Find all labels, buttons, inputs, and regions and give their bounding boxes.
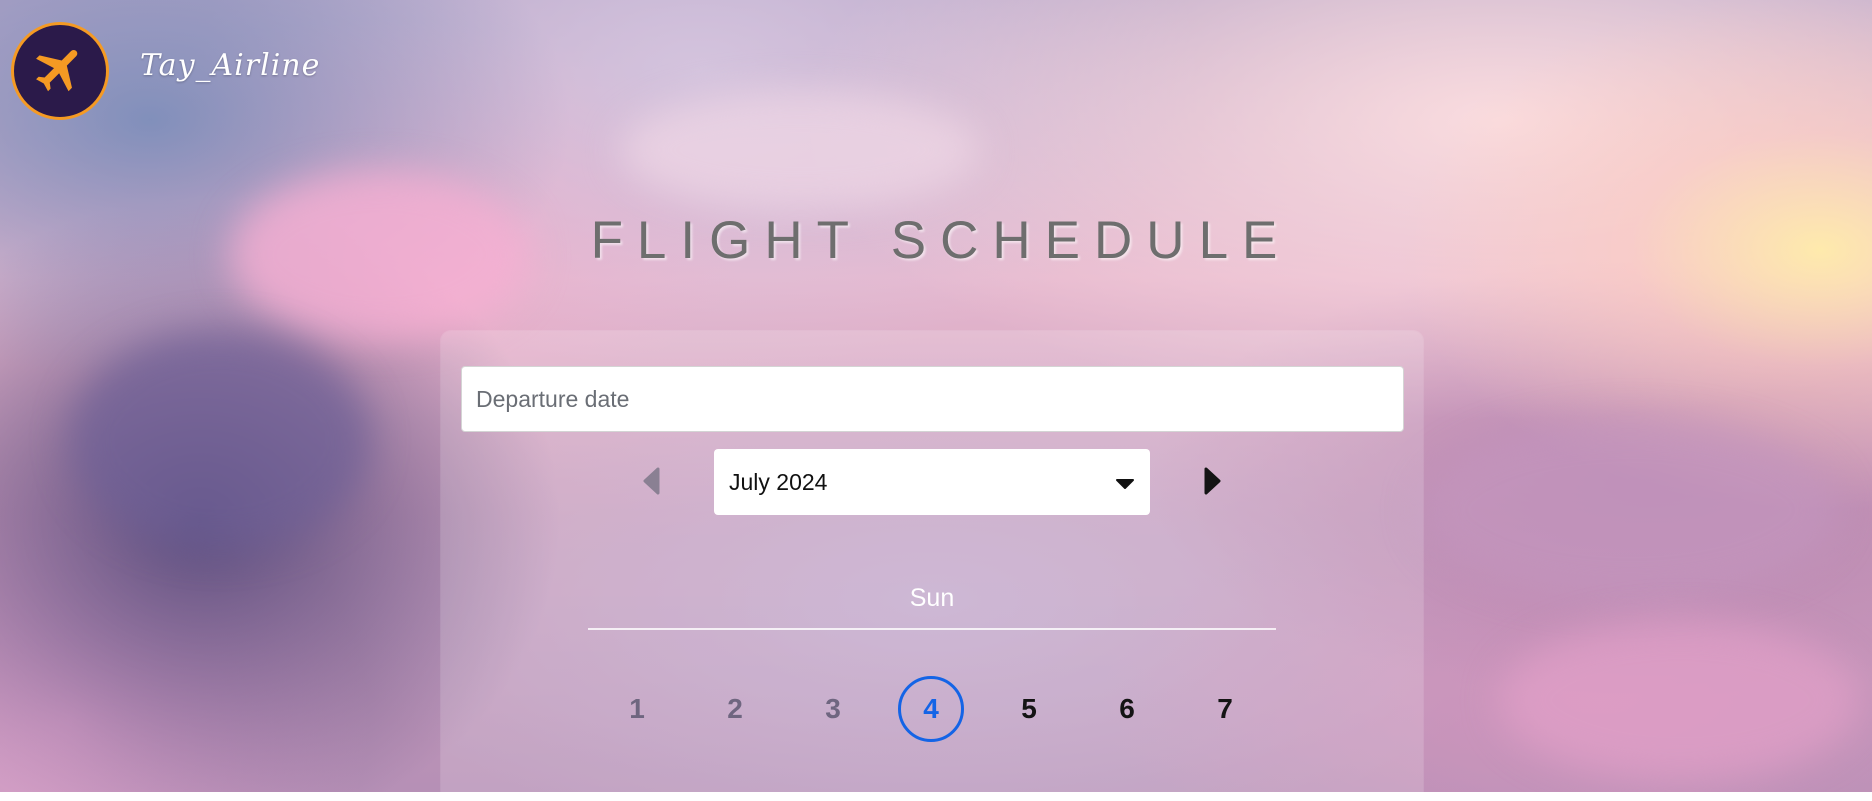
brand-name[interactable]: Tay_Airline [140, 48, 320, 83]
day-6[interactable]: 6 [1094, 676, 1160, 742]
triangle-right-icon [1203, 466, 1223, 501]
day-3[interactable]: 3 [800, 676, 866, 742]
month-label: July 2024 [729, 468, 828, 495]
weekday-header: Sun [909, 584, 955, 612]
day-5[interactable]: 5 [996, 676, 1062, 742]
month-select[interactable]: July 2024 [714, 449, 1150, 515]
prev-month-button[interactable] [636, 466, 666, 500]
day-4-selected[interactable]: 4 [898, 676, 964, 742]
page-title: FLIGHT SCHEDULE [590, 211, 1292, 270]
airplane-icon [31, 40, 89, 103]
weekday-divider [588, 628, 1276, 630]
next-month-button[interactable] [1198, 466, 1228, 500]
day-2[interactable]: 2 [702, 676, 768, 742]
triangle-left-icon [641, 466, 661, 501]
airline-logo[interactable] [11, 22, 109, 120]
caret-down-icon [1115, 469, 1135, 496]
day-7[interactable]: 7 [1192, 676, 1258, 742]
day-1[interactable]: 1 [604, 676, 670, 742]
departure-date-input[interactable] [461, 366, 1404, 432]
